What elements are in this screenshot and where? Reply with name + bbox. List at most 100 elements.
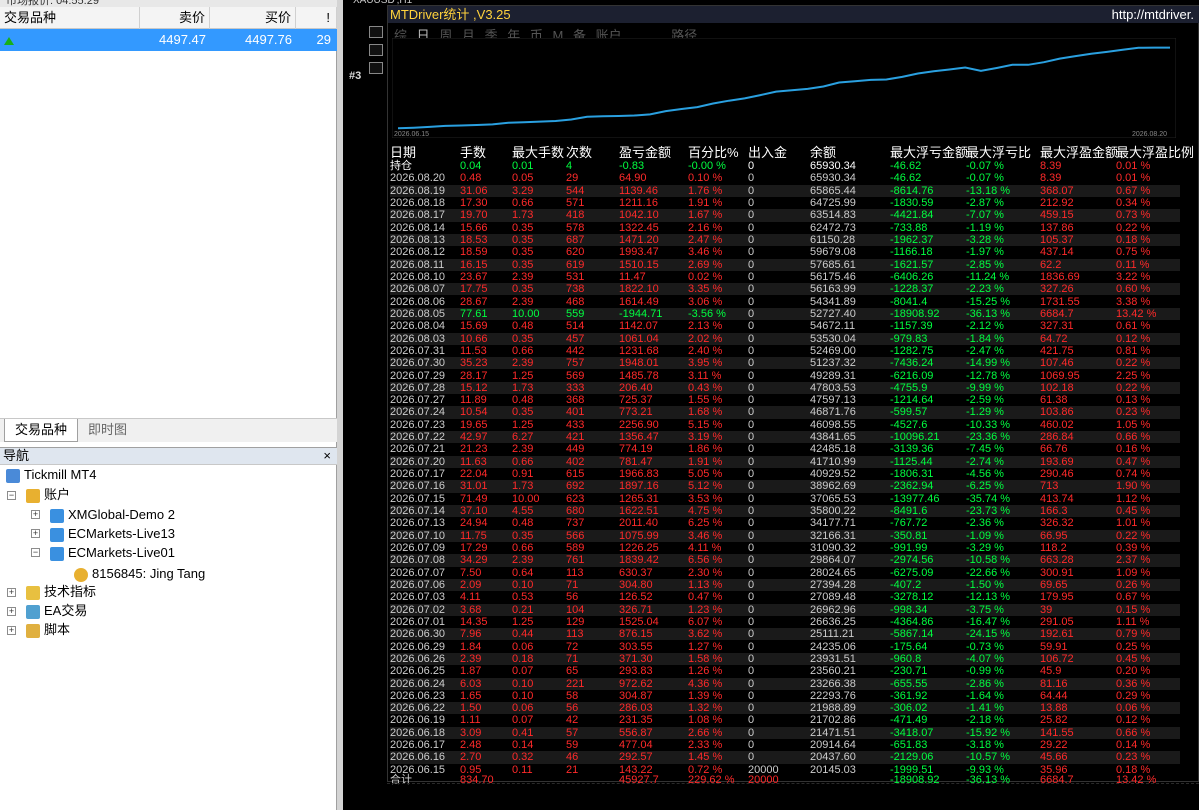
table-cell: 0.91 [512,468,534,481]
table-cell: 0.81 % [1116,344,1151,357]
tree-accounts[interactable]: 账户 [26,485,70,504]
table-cell: -8491.6 [890,505,928,518]
table-cell: 2026.07.03 [390,591,446,604]
table-cell: 6.56 % [688,554,723,567]
col-ask[interactable]: 买价 [210,7,296,29]
ask-cell: 4497.76 [245,32,292,47]
table-cell: 2026.07.17 [390,468,446,481]
panel-url-link[interactable]: http://mtdriver. [1112,6,1194,23]
table-cell: 166.3 [1040,505,1068,518]
expand-icon[interactable]: + [7,607,16,616]
table-cell: 2026.07.24 [390,406,446,419]
table-cell: 2026.06.30 [390,628,446,641]
table-cell: 4 [566,160,573,172]
table-cell: -4.07 % [966,652,1004,665]
table-cell: 0.66 [512,455,534,468]
table-cell: 40929.52 [810,468,856,481]
table-row: 2026.07.02 3.68 0.21 104 326.71 1.23 % 0 26962.… [390,603,1180,616]
table-cell: -12.78 % [966,369,1011,382]
tab-symbols[interactable]: 交易品种 [4,419,79,442]
table-cell: 589 [566,542,585,554]
table-cell: 0.04 [460,160,482,172]
table-cell: 371.30 [619,652,653,665]
table-cell: 21471.51 [810,726,856,739]
col-spread[interactable]: ! [296,7,337,29]
collapse-icon[interactable]: − [31,548,40,557]
table-cell: 2026.07.29 [390,369,446,382]
table-cell: 514 [566,320,585,333]
table-row: 2026.07.30 35.23 2.39 757 1948.01 3.95 % 0 5123… [390,357,1180,370]
table-cell: 1.05 % [1116,418,1151,431]
table-cell: 5.05 % [688,468,723,481]
tree-account-2[interactable]: ECMarkets-Live13 [50,524,175,543]
table-cell: 738 [566,283,585,296]
panel-title: MTDriver统计 ,V3.25 [390,7,511,22]
close-icon[interactable]: × [323,448,331,464]
table-cell: 0.60 % [1116,283,1151,296]
tree-account-3[interactable]: ECMarkets-Live01 [50,543,175,562]
table-cell: -6275.09 [890,566,934,579]
table-cell: 46 [566,751,579,764]
table-cell: -6.25 % [966,480,1004,493]
tree-ea-label: EA交易 [44,603,88,618]
chart-tool-icon[interactable] [369,26,383,38]
table-cell: 69.65 [1040,578,1068,591]
table-cell: 2026.06.23 [390,689,446,702]
table-cell: 34.29 [460,554,488,567]
table-cell: 8.39 [1040,172,1062,185]
table-cell: -7436.24 [890,357,934,370]
table-row: 2026.08.17 19.70 1.73 418 1042.10 1.67 % 0 6351… [390,209,1180,222]
table-cell: 286.03 [619,702,653,715]
table-cell: 544 [566,184,585,197]
table-cell: -3278.12 [890,591,934,604]
hdr-percent: 百分比% [688,145,739,160]
table-cell: 0.15 % [1116,603,1151,616]
up-arrow-icon [4,36,14,45]
table-cell: 1525.04 [619,615,659,628]
expand-icon[interactable]: + [7,588,16,597]
table-cell: 21.23 [460,443,488,456]
table-cell: -10.33 % [966,418,1011,431]
collapse-icon[interactable]: − [7,491,16,500]
chart-tool-icon[interactable] [369,62,383,74]
table-cell: 0.67 % [1116,591,1151,604]
symbol-row-xauusd[interactable]: XAUUSD' 4497.47 4497.76 29 [0,29,337,69]
table-cell: 11.75 [460,529,487,542]
expand-icon[interactable]: + [7,626,16,635]
table-cell: 47597.13 [810,394,856,407]
table-cell: 457 [566,332,585,345]
table-cell: 2026.08.14 [390,221,446,234]
chart-tool-icon[interactable] [369,44,383,56]
tree-account-1[interactable]: XMGlobal-Demo 2 [50,505,175,524]
table-cell: 418 [566,209,585,222]
table-cell: 1.86 % [688,443,723,456]
table-cell: 2026.08.11 [390,258,445,271]
tree-indicators[interactable]: 技术指标 [26,582,96,601]
table-cell: 39 [1040,603,1053,616]
table-cell: 5.12 % [688,480,723,493]
chart-window[interactable]: XAUUSD',H1 #3 MTDriver统计 ,V3.25 http://m… [343,0,1199,810]
tree-account-user[interactable]: 8156845: Jing Tang [74,564,205,583]
tree-ea[interactable]: EA交易 [26,601,87,620]
table-cell: 0 [748,652,755,665]
table-cell: 2.39 [460,652,482,665]
table-cell: 0 [748,591,755,604]
col-symbol[interactable]: 交易品种 [0,7,140,29]
table-cell: 42485.18 [810,443,856,456]
table-row: 2026.07.10 11.75 0.35 566 1075.99 3.46 % 0 3216… [390,529,1180,542]
table-cell: -3.29 % [966,542,1004,554]
expand-icon[interactable]: + [31,529,40,538]
col-bid[interactable]: 卖价 [140,7,210,29]
tree-root[interactable]: Tickmill MT4 [6,465,96,484]
table-cell: 2026.06.26 [390,652,446,665]
table-cell: 2026.07.14 [390,505,446,518]
table-cell: 2.39 [512,270,534,283]
table-cell: 0.35 [512,332,534,345]
table-cell: -651.83 [890,739,928,752]
tab-tick-chart[interactable]: 即时图 [78,419,137,442]
table-cell: 2026.07.23 [390,418,446,431]
table-cell: 0 [748,332,755,345]
table-cell: 54341.89 [810,295,856,308]
expand-icon[interactable]: + [31,510,40,519]
tree-scripts[interactable]: 脚本 [26,620,70,639]
